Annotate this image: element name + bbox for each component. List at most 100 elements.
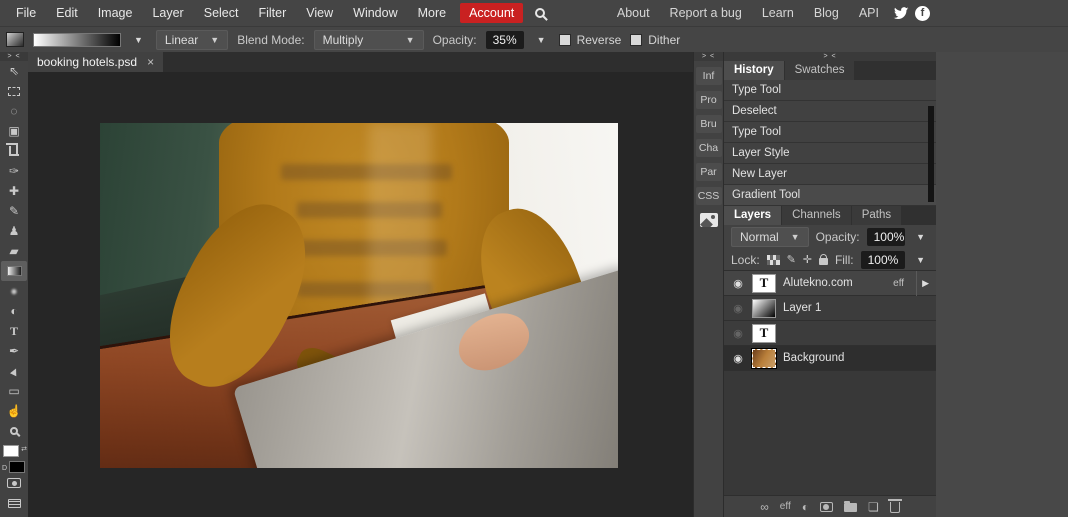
menu-report-a-bug[interactable]: Report a bug xyxy=(662,0,750,26)
rectangle-select-tool[interactable] xyxy=(1,81,27,101)
history-entry-current[interactable]: Gradient Tool xyxy=(724,185,936,206)
menu-edit[interactable]: Edit xyxy=(46,0,88,26)
menu-file[interactable]: File xyxy=(6,0,46,26)
fill-input[interactable]: 100% xyxy=(860,250,906,269)
menu-blog[interactable]: Blog xyxy=(806,0,847,26)
menu-image[interactable]: Image xyxy=(88,0,143,26)
crop-tool[interactable] xyxy=(1,141,27,161)
quick-mask-button[interactable] xyxy=(1,473,27,493)
layer-blend-mode-select[interactable]: Normal ▼ xyxy=(731,227,809,247)
lasso-tool[interactable]: ◌ xyxy=(1,101,27,121)
history-entry[interactable]: Type Tool xyxy=(724,122,936,143)
blur-tool[interactable]: ● xyxy=(1,281,27,301)
brush-tool[interactable]: ✎ xyxy=(1,201,27,221)
account-button[interactable]: Account xyxy=(460,3,524,23)
zoom-tool[interactable] xyxy=(1,421,27,441)
tab-paths[interactable]: Paths xyxy=(851,206,902,225)
layer-row-layer1[interactable]: ◉ Layer 1 xyxy=(724,296,936,321)
dodge-tool[interactable]: ◐ xyxy=(1,301,27,321)
shape-tool[interactable]: ▭ xyxy=(1,381,27,401)
toolbar-collapse-control[interactable]: > < xyxy=(0,52,28,61)
lock-all-icon[interactable] xyxy=(819,254,828,265)
layer-opacity-caret[interactable]: ▼ xyxy=(912,230,929,244)
object-selection-tool[interactable]: ▣ xyxy=(1,121,27,141)
history-entry[interactable]: Deselect xyxy=(724,101,936,122)
gradient-type-select[interactable]: Linear ▼ xyxy=(155,29,229,50)
tab-swatches[interactable]: Swatches xyxy=(784,61,855,80)
panel-collapse-control[interactable]: > < xyxy=(724,52,936,61)
reverse-checkbox[interactable] xyxy=(558,33,571,46)
lock-pixels-icon[interactable]: ✎ xyxy=(787,253,796,266)
lock-position-icon[interactable]: ✛ xyxy=(803,253,812,266)
lock-transparency-icon[interactable] xyxy=(766,254,780,265)
panel-button-character[interactable]: Cha xyxy=(695,139,722,157)
dither-checkbox[interactable] xyxy=(630,33,643,46)
gradient-preview[interactable] xyxy=(33,32,121,47)
eyedropper-tool[interactable]: ✑ xyxy=(1,161,27,181)
text-layer-thumbnail[interactable]: T xyxy=(752,273,776,293)
add-mask-icon[interactable] xyxy=(819,501,833,512)
background-color-swatch[interactable] xyxy=(9,461,25,473)
canvas-image[interactable] xyxy=(100,123,618,468)
panel-button-paragraph[interactable]: Par xyxy=(695,163,722,181)
menu-window[interactable]: Window xyxy=(343,0,407,26)
text-layer-thumbnail[interactable]: T xyxy=(752,323,776,343)
search-button[interactable] xyxy=(535,8,546,18)
swap-colors-icon[interactable]: ⇄ xyxy=(21,445,27,453)
panel-button-image-icon[interactable] xyxy=(699,213,718,227)
layer-name[interactable]: Layer 1 xyxy=(783,302,929,314)
strip-collapse-control[interactable]: > < xyxy=(694,52,723,61)
image-layer-thumbnail[interactable] xyxy=(751,347,777,369)
layer-opacity-input[interactable]: 100% xyxy=(866,228,906,246)
color-swatches[interactable]: ⇄ D xyxy=(2,445,27,473)
new-group-icon[interactable] xyxy=(843,501,857,512)
clone-stamp-tool[interactable]: ♟ xyxy=(1,221,27,241)
opacity-input[interactable]: 35% xyxy=(485,30,524,49)
new-layer-icon[interactable]: ❏ xyxy=(868,500,879,514)
menu-view[interactable]: View xyxy=(296,0,343,26)
document-tab[interactable]: booking hotels.psd × xyxy=(28,52,164,72)
type-tool[interactable]: T xyxy=(1,321,27,341)
visibility-eye-icon[interactable]: ◉ xyxy=(731,277,745,290)
panel-button-properties[interactable]: Pro xyxy=(695,91,722,109)
foreground-color-swatch[interactable] xyxy=(3,445,19,457)
layer-row-alutekno[interactable]: ◉ T Alutekno.com eff ▶ xyxy=(724,270,936,296)
history-entry[interactable]: New Layer xyxy=(724,164,936,185)
gradient-tool[interactable] xyxy=(1,261,27,281)
fill-caret[interactable]: ▼ xyxy=(912,253,929,267)
panel-button-css[interactable]: CSS xyxy=(695,187,722,205)
path-select-tool[interactable]: ▶ xyxy=(1,361,27,381)
layer-name[interactable]: Background xyxy=(783,352,929,364)
menu-learn[interactable]: Learn xyxy=(754,0,802,26)
layer-row-text[interactable]: ◉ T xyxy=(724,321,936,346)
menu-about[interactable]: About xyxy=(609,0,658,26)
layer-name[interactable]: Alutekno.com xyxy=(783,277,886,289)
pen-tool[interactable]: ✒ xyxy=(1,341,27,361)
menu-select[interactable]: Select xyxy=(194,0,249,26)
delete-layer-icon[interactable] xyxy=(887,499,902,513)
blend-mode-select[interactable]: Multiply ▼ xyxy=(313,29,424,50)
visibility-eye-icon[interactable]: ◉ xyxy=(731,302,745,315)
layer-style-button[interactable]: eff xyxy=(780,501,791,512)
close-tab-icon[interactable]: × xyxy=(147,56,154,68)
eraser-tool[interactable]: ▰ xyxy=(1,241,27,261)
panel-button-info[interactable]: Inf xyxy=(695,67,722,85)
opacity-caret[interactable]: ▼ xyxy=(533,33,550,47)
gradient-layer-thumbnail[interactable] xyxy=(752,298,776,318)
screen-mode-button[interactable] xyxy=(1,493,27,513)
link-layers-icon[interactable]: ∞ xyxy=(760,500,769,514)
visibility-eye-icon[interactable]: ◉ xyxy=(731,327,745,340)
facebook-icon[interactable]: f xyxy=(915,5,930,21)
default-colors-icon[interactable]: D xyxy=(2,465,7,472)
layer-expand-arrow[interactable]: ▶ xyxy=(916,270,929,296)
layer-effects-badge[interactable]: eff xyxy=(893,278,909,289)
menu-layer[interactable]: Layer xyxy=(142,0,193,26)
menu-more[interactable]: More xyxy=(408,0,456,26)
tab-channels[interactable]: Channels xyxy=(782,206,851,225)
tab-layers[interactable]: Layers xyxy=(724,206,782,225)
history-scrollbar[interactable] xyxy=(928,106,934,202)
hand-tool[interactable]: ☝ xyxy=(1,401,27,421)
menu-api[interactable]: API xyxy=(851,0,887,26)
layer-row-background[interactable]: ◉ Background xyxy=(724,346,936,371)
twitter-icon[interactable] xyxy=(893,6,909,20)
